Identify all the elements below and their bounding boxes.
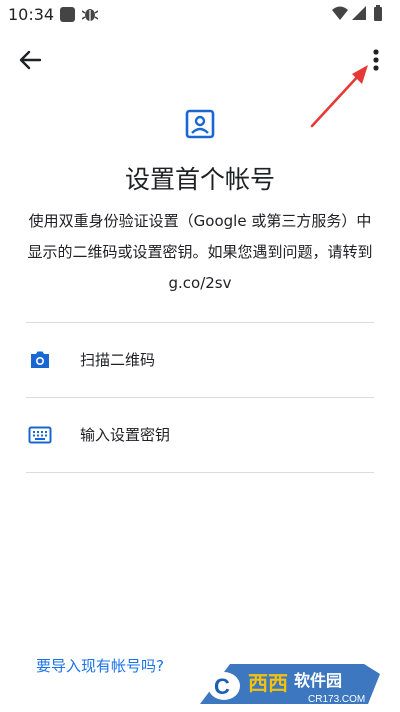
- scan-qr-code-label: 扫描二维码: [80, 351, 156, 369]
- keyboard-icon: [28, 423, 52, 447]
- status-bar: 10:34: [0, 0, 400, 32]
- svg-text:西西: 西西: [248, 671, 288, 695]
- arrow-back-icon: [19, 50, 42, 70]
- wifi-icon: [332, 6, 348, 20]
- toolbar: [0, 32, 400, 88]
- page-title: 设置首个帐号: [124, 165, 275, 194]
- watermark-logo: C 西西 软件园 CR173.COM: [200, 664, 380, 705]
- page-description: 使用双重身份验证设置（Google 或第三方服务）中显示的二维码或设置密钥。如果…: [27, 212, 373, 292]
- svg-text:软件园: 软件园: [294, 671, 342, 690]
- signal-icon: [352, 6, 366, 20]
- camera-icon: [28, 348, 52, 372]
- back-button[interactable]: [16, 46, 46, 74]
- scan-qr-code-option[interactable]: 扫描二维码: [0, 323, 400, 397]
- svg-text:CR173.COM: CR173.COM: [308, 694, 365, 705]
- import-existing-accounts-link[interactable]: 要导入现有帐号吗?: [36, 655, 164, 676]
- bug-icon: [81, 5, 99, 27]
- status-time: 10:34: [8, 5, 55, 24]
- enter-setup-key-option[interactable]: 输入设置密钥: [0, 398, 400, 472]
- more-options-button[interactable]: [362, 46, 390, 74]
- divider: [26, 472, 374, 473]
- enter-setup-key-label: 输入设置密钥: [80, 426, 171, 444]
- more-vert-icon: [373, 49, 379, 71]
- battery-icon: [374, 5, 382, 21]
- app-square-icon: [60, 7, 75, 22]
- svg-text:C: C: [214, 674, 230, 699]
- account-box-icon: [184, 108, 216, 140]
- status-icons: [330, 4, 390, 24]
